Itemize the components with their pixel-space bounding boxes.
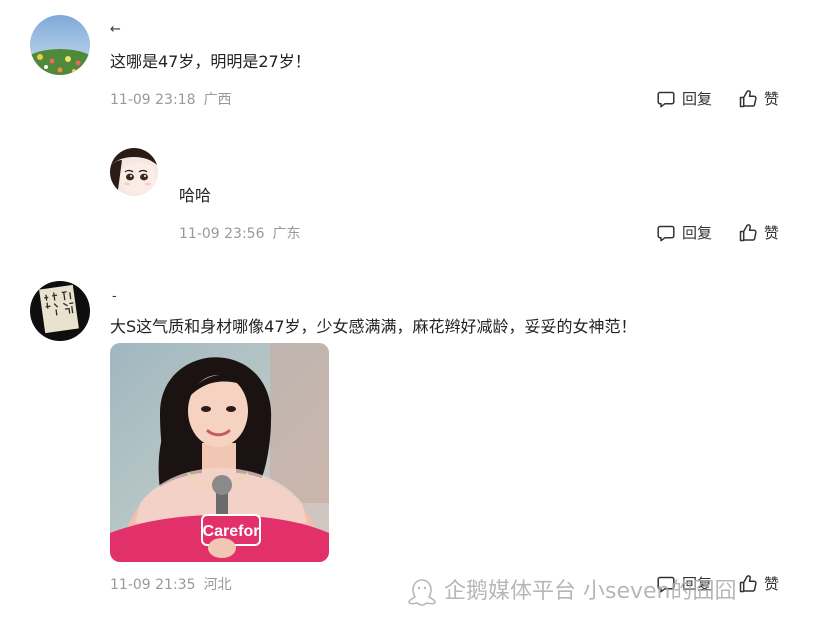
comment-text: 大S这气质和身材哪像47岁，少女感满满，麻花辫好减龄，妥妥的女神范！ <box>110 317 637 336</box>
reply-label: 回复 <box>682 90 713 108</box>
like-label: 赞 <box>764 90 780 108</box>
avatar[interactable] <box>110 148 158 196</box>
reply-button[interactable]: 回复 <box>656 89 712 109</box>
comment-time: 11-09 23:56 <box>179 226 265 242</box>
comment-text: 哈哈 <box>179 186 212 205</box>
calligraphy-avatar-image <box>30 281 90 341</box>
comment-meta: 11-09 23:56 广东 <box>179 225 300 243</box>
woman-with-microphone-photo: Carefor <box>110 343 329 562</box>
comment-meta: 11-09 21:35 河北 <box>110 576 231 594</box>
thumbs-up-icon <box>739 224 757 242</box>
username[interactable]: ← <box>110 23 121 37</box>
watermark-text: 企鹅媒体平台 小seven的囧囧 <box>444 579 737 604</box>
comment-list: ← 这哪是47岁，明明是27岁！ 11-09 23:18 广西 回复 赞 哈哈 … <box>0 0 824 621</box>
like-label: 赞 <box>764 575 780 593</box>
like-button[interactable]: 赞 <box>738 223 779 243</box>
avatar[interactable] <box>30 15 90 75</box>
penguin-logo-icon <box>408 579 436 606</box>
thumbs-up-icon <box>739 90 757 108</box>
speech-bubble-icon <box>657 91 675 108</box>
like-button[interactable]: 赞 <box>738 574 779 594</box>
comment-location: 广东 <box>272 226 301 242</box>
comment-time: 11-09 23:18 <box>110 92 196 108</box>
photo-logo-text: Carefor <box>203 523 260 540</box>
comment-meta: 11-09 23:18 广西 <box>110 91 231 109</box>
reply-label: 回复 <box>682 224 713 242</box>
username[interactable]: - <box>112 290 117 304</box>
speech-bubble-icon <box>657 225 675 242</box>
thumbs-up-icon <box>739 575 757 593</box>
comment-time: 11-09 21:35 <box>110 577 196 593</box>
comment-location: 河北 <box>203 577 232 593</box>
like-label: 赞 <box>764 224 780 242</box>
comment-photo[interactable]: Carefor <box>110 343 329 562</box>
avatar[interactable] <box>30 281 90 341</box>
flower-field-avatar-image <box>30 15 90 75</box>
anime-girl-avatar-image <box>110 148 158 196</box>
like-button[interactable]: 赞 <box>738 89 779 109</box>
watermark: 企鹅媒体平台 小seven的囧囧 <box>406 578 737 606</box>
reply-button[interactable]: 回复 <box>656 223 712 243</box>
comment-location: 广西 <box>203 92 232 108</box>
comment-text: 这哪是47岁，明明是27岁！ <box>110 52 311 71</box>
